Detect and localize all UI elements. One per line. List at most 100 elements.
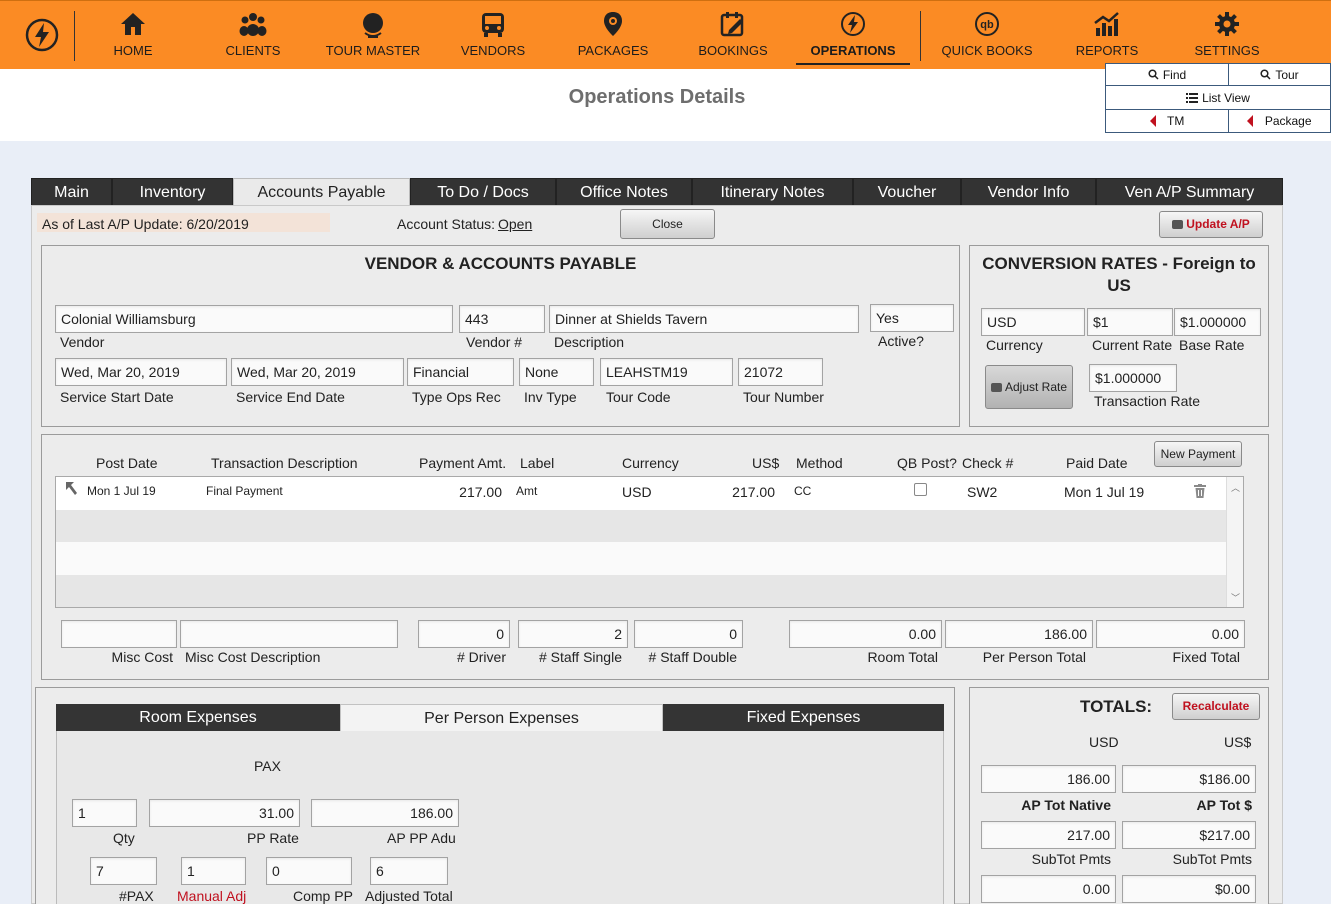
vendor-number-field[interactable]: 443 (459, 305, 545, 333)
nav-clients[interactable]: CLIENTS (193, 1, 313, 70)
type-ops-rec-field[interactable]: Financial (407, 358, 514, 386)
description-field[interactable]: Dinner at Shields Tavern (549, 305, 859, 333)
tab-main[interactable]: Main (31, 178, 112, 206)
account-status-link[interactable]: Open (498, 216, 532, 232)
transaction-description-header: Transaction Description (211, 455, 358, 471)
scroll-down-icon[interactable]: ﹀ (1231, 591, 1240, 604)
nav-operations[interactable]: OPERATIONS (793, 1, 913, 70)
arrow-left-icon (1149, 115, 1156, 127)
nav-home[interactable]: HOME (73, 1, 193, 70)
currency-field[interactable]: USD (981, 308, 1085, 336)
current-rate-field[interactable]: $1 (1087, 308, 1173, 336)
staff-single-label: # Staff Single (538, 649, 622, 665)
tour-number-field[interactable]: 21072 (738, 358, 823, 386)
app-logo-bolt-icon[interactable] (24, 17, 60, 53)
quickbooks-icon: qb (927, 11, 1047, 41)
check-number-header: Check # (962, 455, 1014, 471)
pax-title: PAX (254, 758, 281, 774)
currency-cell: USD (622, 484, 652, 500)
staff-double-field[interactable]: 0 (634, 620, 743, 648)
transaction-description-cell: Final Payment (206, 484, 283, 498)
qb-post-checkbox[interactable] (914, 483, 927, 496)
list-view-button[interactable]: List View (1105, 85, 1331, 110)
transaction-rate-field[interactable]: $1.000000 (1089, 364, 1177, 392)
close-account-button[interactable]: Close (620, 209, 715, 239)
tour-code-field[interactable]: LEAHSTM19 (600, 358, 733, 386)
pax-count-field[interactable]: 7 (90, 857, 157, 885)
current-rate-label: Current Rate (1092, 337, 1173, 353)
manual-adj-field[interactable]: 1 (181, 857, 246, 885)
subtot-pmts-us-field[interactable]: $217.00 (1122, 821, 1256, 849)
subtot-pmts-native-field[interactable]: 217.00 (981, 821, 1116, 849)
nav-reports-label: REPORTS (1075, 43, 1139, 58)
nav-tour-master[interactable]: TOUR MASTER (313, 1, 433, 70)
ap-tot-native-label: AP Tot Native (1021, 797, 1111, 813)
balance-native-field[interactable]: 0.00 (981, 875, 1116, 903)
scroll-up-icon[interactable]: ︿ (1231, 481, 1240, 494)
label-header: Label (520, 455, 555, 471)
base-rate-field[interactable]: $1.000000 (1174, 308, 1261, 336)
adjusted-total-field[interactable]: 6 (370, 857, 448, 885)
us-dollar-cell: 217.00 (732, 484, 775, 500)
per-person-total-field[interactable]: 186.00 (945, 620, 1093, 648)
update-ap-button[interactable]: Update A/P (1159, 211, 1263, 238)
fixed-total-field[interactable]: 0.00 (1096, 620, 1245, 648)
active-field[interactable]: Yes (870, 304, 954, 332)
tab-room-expenses[interactable]: Room Expenses (56, 704, 340, 731)
service-start-date-field[interactable]: Wed, Mar 20, 2019 (55, 358, 227, 386)
nav-vendors[interactable]: VENDORS (433, 1, 553, 70)
nav-bookings[interactable]: BOOKINGS (673, 1, 793, 70)
tab-todo-docs[interactable]: To Do / Docs (410, 178, 556, 206)
conversion-rates-title: CONVERSION RATES - Foreign to US (982, 254, 1256, 295)
misc-cost-description-field[interactable] (180, 620, 398, 648)
adjust-rate-button[interactable]: Adjust Rate (985, 365, 1073, 409)
inv-type-field[interactable]: None (519, 358, 594, 386)
room-total-field[interactable]: 0.00 (789, 620, 942, 648)
tab-ven-ap-summary[interactable]: Ven A/P Summary (1096, 178, 1283, 206)
ap-pp-adu-field[interactable]: 186.00 (311, 799, 459, 827)
subtot-pmts-native-label: SubTot Pmts (1031, 851, 1111, 867)
service-end-date-field[interactable]: Wed, Mar 20, 2019 (231, 358, 404, 386)
nav-packages[interactable]: PACKAGES (553, 1, 673, 70)
trash-icon[interactable] (1194, 484, 1206, 501)
recalculate-button[interactable]: Recalculate (1172, 693, 1260, 720)
find-button[interactable]: Find (1105, 63, 1229, 86)
adjusted-total-label: Adjusted Total (365, 888, 453, 904)
totals-native-currency-header: USD (1089, 734, 1119, 750)
tm-label: TM (1167, 114, 1185, 128)
nav-reports[interactable]: REPORTS (1047, 1, 1167, 70)
staff-single-field[interactable]: 2 (518, 620, 628, 648)
tab-voucher[interactable]: Voucher (853, 178, 961, 206)
balance-us-field[interactable]: $0.00 (1122, 875, 1256, 903)
ap-tot-us-label: AP Tot $ (1196, 797, 1253, 813)
tm-back-button[interactable]: TM (1105, 109, 1229, 133)
nav-bookings-label: BOOKINGS (698, 43, 768, 58)
nav-settings-label: SETTINGS (1194, 43, 1260, 58)
tab-office-notes[interactable]: Office Notes (556, 178, 692, 206)
paid-date-header: Paid Date (1066, 455, 1128, 471)
misc-cost-field[interactable] (61, 620, 177, 648)
tab-fixed-expenses[interactable]: Fixed Expenses (663, 704, 944, 731)
tab-per-person-expenses[interactable]: Per Person Expenses (340, 704, 663, 731)
tour-search-button[interactable]: Tour (1228, 63, 1331, 86)
go-to-record-icon[interactable] (64, 480, 78, 499)
nav-settings[interactable]: SETTINGS (1167, 1, 1287, 70)
totals-us-currency-header: US$ (1224, 734, 1252, 750)
tab-inventory[interactable]: Inventory (112, 178, 233, 206)
driver-count-field[interactable]: 0 (418, 620, 510, 648)
nav-quick-books[interactable]: qb QUICK BOOKS (927, 1, 1047, 70)
new-payment-button[interactable]: New Payment (1154, 441, 1242, 467)
list-scrollbar[interactable]: ︿ ﹀ (1226, 477, 1243, 607)
transaction-rate-label: Transaction Rate (1094, 393, 1201, 409)
ap-tot-us-field[interactable]: $186.00 (1122, 765, 1256, 793)
vendor-field[interactable]: Colonial Williamsburg (55, 305, 453, 333)
package-back-button[interactable]: Package (1228, 109, 1331, 133)
paid-date-cell: Mon 1 Jul 19 (1064, 484, 1145, 500)
comp-pp-field[interactable]: 0 (266, 857, 352, 885)
ap-tot-native-field[interactable]: 186.00 (981, 765, 1116, 793)
tab-accounts-payable[interactable]: Accounts Payable (233, 178, 410, 207)
tab-itinerary-notes[interactable]: Itinerary Notes (692, 178, 853, 206)
pp-rate-field[interactable]: 31.00 (149, 799, 300, 827)
qty-field[interactable]: 1 (72, 799, 137, 827)
tab-vendor-info[interactable]: Vendor Info (961, 178, 1096, 206)
